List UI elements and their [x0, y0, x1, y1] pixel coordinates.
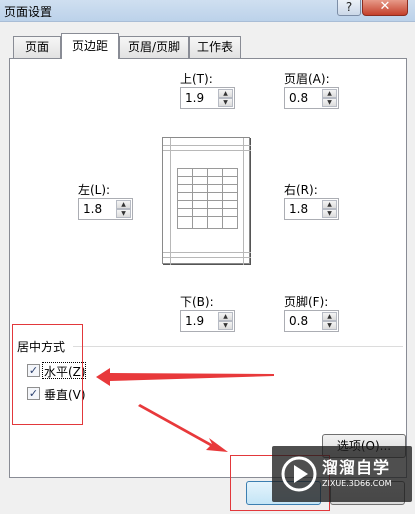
arrow-to-ok: [138, 404, 228, 452]
annotation-arrows: [96, 368, 274, 452]
page-setup-dialog: 页面设置 ? ✕ 页面 页边距 页眉/页脚 工作表 上(T): 1.9 ▲ ▼ 页…: [0, 0, 415, 514]
play-logo-icon: [281, 456, 317, 492]
tab-margins[interactable]: 页边距: [61, 33, 119, 59]
watermark-url: ZIXUE.3D66.COM: [322, 479, 392, 488]
watermark-brand: 溜溜自学: [322, 458, 391, 477]
watermark-logo: 溜溜自学 ZIXUE.3D66.COM: [272, 446, 412, 502]
arrow-to-horizontal: [96, 368, 274, 386]
